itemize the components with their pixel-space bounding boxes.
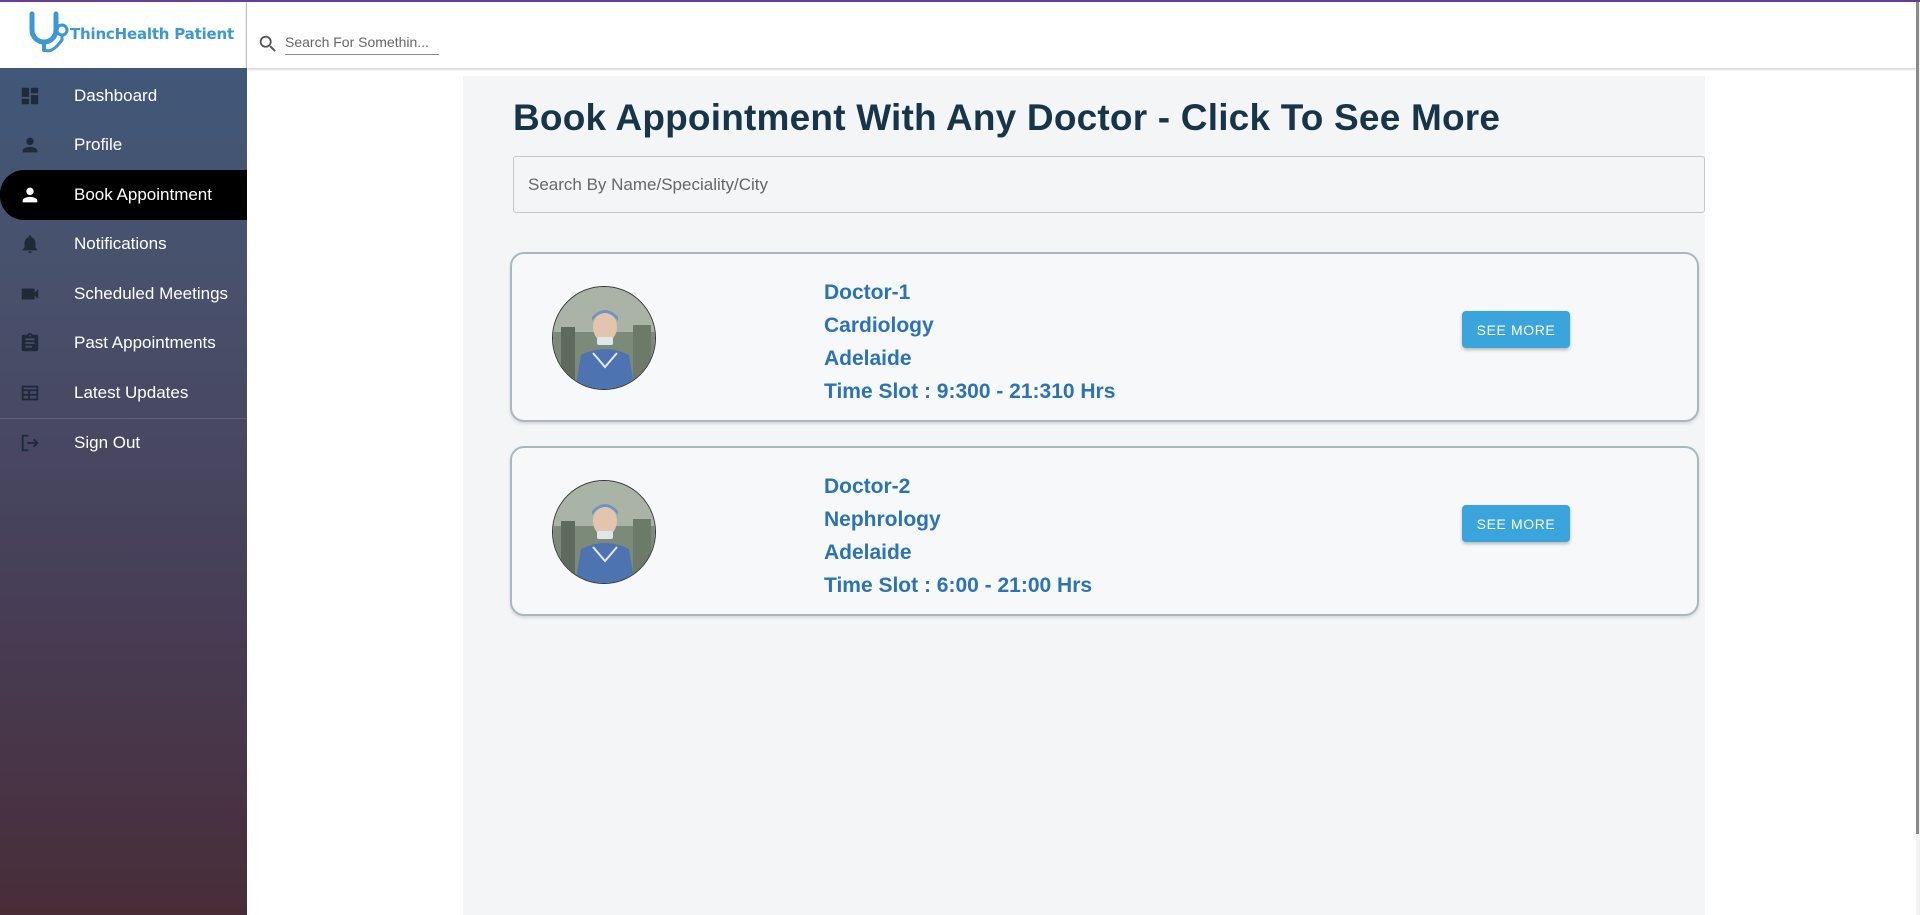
video-camera-icon [21, 288, 39, 300]
sidebar-item-label: Past Appointments [74, 333, 216, 353]
person-icon [22, 137, 38, 153]
doctor-name: Doctor-1 [824, 281, 911, 304]
doctor-speciality: Nephrology [824, 508, 941, 531]
sidebar: ThincHealth Patient Dashboard Profile Bo… [0, 2, 247, 915]
doctor-info: Doctor-2 Nephrology Adelaide Time Slot :… [824, 470, 1092, 602]
sidebar-item-label: Notifications [74, 234, 167, 254]
doctor-city: Adelaide [824, 347, 912, 370]
logo-area[interactable]: ThincHealth Patient [0, 2, 247, 68]
doctor-name: Doctor-2 [824, 475, 911, 498]
app-logo-text: ThincHealth Patient [70, 25, 234, 43]
sidebar-item-dashboard[interactable]: Dashboard [0, 71, 247, 121]
bell-icon [22, 235, 38, 254]
doctor-speciality: Cardiology [824, 314, 934, 337]
dashboard-icon [21, 87, 39, 104]
doctor-time-slot: Time Slot : 9:300 - 21:310 Hrs [824, 380, 1116, 403]
sidebar-item-sign-out[interactable]: Sign Out [0, 417, 247, 468]
sign-out-icon [21, 434, 39, 451]
doctor-photo-icon [553, 481, 655, 583]
search-icon [259, 35, 276, 52]
scrollbar-thumb[interactable] [1916, 2, 1919, 834]
stethoscope-logo-icon [29, 11, 69, 53]
see-more-button[interactable]: SEE MORE [1462, 311, 1570, 348]
doctor-card[interactable]: Doctor-1 Cardiology Adelaide Time Slot :… [510, 252, 1699, 422]
top-header [247, 2, 1916, 68]
doctor-info: Doctor-1 Cardiology Adelaide Time Slot :… [824, 276, 1115, 408]
sidebar-item-label: Profile [74, 135, 123, 155]
sidebar-item-past-appointments[interactable]: Past Appointments [0, 319, 247, 369]
clipboard-icon [21, 333, 39, 352]
doctor-city: Adelaide [824, 541, 912, 564]
doctor-photo-icon [553, 287, 655, 389]
page-scrollbar[interactable] [1916, 2, 1920, 915]
doctor-time-slot: Time Slot : 6:00 - 21:00 Hrs [824, 574, 1093, 597]
doctor-search-input[interactable] [513, 156, 1705, 213]
sidebar-item-profile[interactable]: Profile [0, 121, 247, 171]
doctor-card[interactable]: Doctor-2 Nephrology Adelaide Time Slot :… [510, 446, 1699, 616]
doctor-avatar [552, 480, 656, 584]
sidebar-item-label: Book Appointment [74, 184, 212, 204]
person-icon [22, 187, 38, 203]
sidebar-item-latest-updates[interactable]: Latest Updates [0, 368, 247, 418]
table-icon [21, 385, 39, 401]
sidebar-menu: Dashboard Profile Book Appointment Notif… [0, 71, 247, 467]
doctor-avatar [552, 286, 656, 390]
sidebar-item-label: Scheduled Meetings [74, 283, 229, 303]
page-title: Book Appointment With Any Doctor - Click… [513, 97, 1501, 138]
sidebar-item-label: Sign Out [74, 432, 141, 452]
sidebar-item-label: Dashboard [74, 85, 158, 105]
sidebar-item-book-appointment[interactable]: Book Appointment [0, 170, 247, 220]
sidebar-item-scheduled-meetings[interactable]: Scheduled Meetings [0, 269, 247, 319]
sidebar-item-label: Latest Updates [74, 382, 189, 402]
see-more-button[interactable]: SEE MORE [1462, 505, 1570, 542]
sidebar-item-notifications[interactable]: Notifications [0, 220, 247, 270]
global-search-input[interactable] [285, 30, 439, 55]
